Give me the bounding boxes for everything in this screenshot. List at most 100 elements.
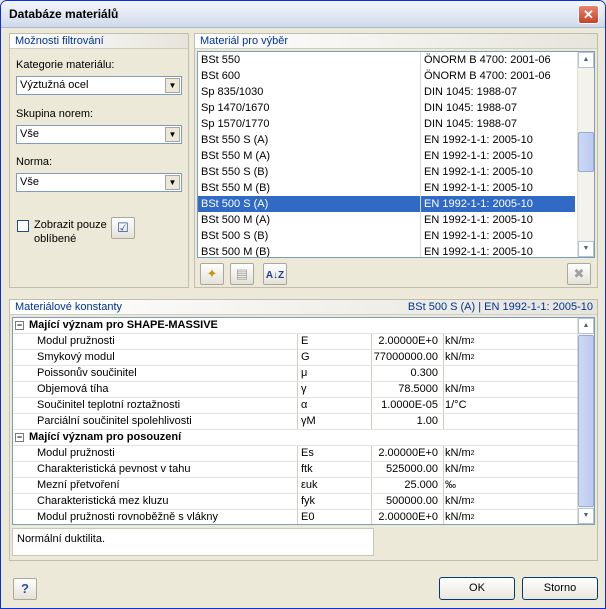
scroll-up-icon[interactable]: ▲ <box>578 318 594 334</box>
scrollbar-thumb[interactable] <box>578 132 594 172</box>
category-select[interactable]: Výztužná ocel ▼ <box>16 76 182 95</box>
material-list-row[interactable]: BSt 550 S (A) EN 1992-1-1: 2005-10 <box>198 132 575 148</box>
material-list-row[interactable]: BSt 500 M (A) EN 1992-1-1: 2005-10 <box>198 212 575 228</box>
property-row[interactable]: Poissonův součinitel μ 0.300 <box>13 366 579 382</box>
property-row[interactable]: Objemová tíha γ 78.5000 kN/m3 <box>13 382 579 398</box>
cell-divider <box>297 382 298 397</box>
cell-divider <box>371 462 372 477</box>
material-list-row[interactable]: BSt 600 ÖNORM B 4700: 2001-06 <box>198 68 575 84</box>
new-material-button[interactable]: ✦ <box>200 263 224 285</box>
scroll-up-icon[interactable]: ▲ <box>578 52 594 68</box>
norm-group-select[interactable]: Vše ▼ <box>16 125 182 144</box>
cell-divider <box>371 494 372 509</box>
material-norm: EN 1992-1-1: 2005-10 <box>424 182 533 194</box>
unit-text: 1/°C <box>445 399 467 411</box>
material-list-row[interactable]: BSt 550 M (A) EN 1992-1-1: 2005-10 <box>198 148 575 164</box>
chevron-down-icon[interactable]: ▼ <box>165 175 180 190</box>
property-row[interactable]: Smykový modul G 77000000.00 kN/m2 <box>13 350 579 366</box>
delete-material-button[interactable]: ✖ <box>567 263 591 285</box>
material-norm: EN 1992-1-1: 2005-10 <box>424 134 533 146</box>
column-divider <box>420 212 421 228</box>
sort-button[interactable]: A↓Z <box>263 263 287 285</box>
cell-divider <box>371 414 372 429</box>
property-row[interactable]: Parciální součinitel spolehlivosti γM 1.00 <box>13 414 579 430</box>
material-list-row[interactable]: BSt 550 M (B) EN 1992-1-1: 2005-10 <box>198 180 575 196</box>
property-row[interactable]: Mezní přetvoření εuk 25.000 ‰ <box>13 478 579 494</box>
favorites-list-button[interactable]: ☑ <box>111 217 135 239</box>
scrollbar-thumb[interactable] <box>578 335 594 507</box>
column-divider <box>420 100 421 116</box>
cell-divider <box>297 494 298 509</box>
norm-label: Norma: <box>16 156 53 168</box>
collapse-icon[interactable]: − <box>15 321 24 330</box>
material-list-row[interactable]: Sp 1470/1670 DIN 1045: 1988-07 <box>198 100 575 116</box>
title-bar[interactable]: Databáze materiálů ✕ <box>1 1 605 28</box>
material-name: BSt 500 M (A) <box>201 214 271 226</box>
material-list-row[interactable]: BSt 500 S (A) EN 1992-1-1: 2005-10 <box>198 196 575 212</box>
cell-divider <box>297 478 298 493</box>
property-symbol: α <box>301 399 308 411</box>
material-name: BSt 550 M (A) <box>201 150 271 162</box>
delete-icon: ✖ <box>573 266 585 281</box>
norm-group-label: Skupina norem: <box>16 108 94 120</box>
material-list-row[interactable]: BSt 500 M (B) EN 1992-1-1: 2005-10 <box>198 244 575 258</box>
unit-text: kN/m <box>445 351 471 363</box>
material-list-row[interactable]: Sp 835/1030 DIN 1045: 1988-07 <box>198 84 575 100</box>
material-norm: ÖNORM B 4700: 2001-06 <box>424 70 551 82</box>
close-button[interactable]: ✕ <box>578 5 599 24</box>
cell-divider <box>297 462 298 477</box>
properties-scrollbar[interactable]: ▲ ▼ <box>577 318 594 524</box>
material-name: BSt 550 S (A) <box>201 134 269 146</box>
cell-divider <box>371 366 372 381</box>
property-row[interactable]: Charakteristická pevnost v tahu ftk 525000… <box>13 462 579 478</box>
material-list-row[interactable]: Sp 1570/1770 DIN 1045: 1988-07 <box>198 116 575 132</box>
section-title: Mající význam pro posouzení <box>29 431 182 443</box>
material-name: Sp 1570/1770 <box>201 118 270 130</box>
property-name: Modul pružnosti <box>37 447 115 459</box>
column-divider <box>420 228 421 244</box>
material-name: Sp 1470/1670 <box>201 102 270 114</box>
material-list-row[interactable]: BSt 550 S (B) EN 1992-1-1: 2005-10 <box>198 164 575 180</box>
favorites-only-checkbox[interactable] <box>17 220 29 232</box>
chevron-down-icon[interactable]: ▼ <box>165 127 180 142</box>
property-value: 1.0000E-05 <box>381 399 438 411</box>
section-header[interactable]: − Mající význam pro posouzení <box>13 430 579 446</box>
property-row[interactable]: Modul pružnosti Es 2.00000E+0 kN/m2 <box>13 446 579 462</box>
material-constants-heading: Materiálové konstanty BSt 500 S (A) | EN… <box>10 300 597 315</box>
column-divider <box>420 68 421 84</box>
property-value: 525000.00 <box>386 463 438 475</box>
favorites-label-line1: Zobrazit pouze <box>34 219 107 231</box>
material-list[interactable]: BSt 550 ÖNORM B 4700: 2001-06 BSt 600 ÖNORM… <box>197 51 595 258</box>
material-list-row[interactable]: BSt 500 S (B) EN 1992-1-1: 2005-10 <box>198 228 575 244</box>
scroll-down-icon[interactable]: ▼ <box>578 508 594 524</box>
property-row[interactable]: Modul pružnosti rovnoběžně s vlákny E0 2.0… <box>13 510 579 524</box>
help-button[interactable]: ? <box>13 578 37 600</box>
chevron-down-icon[interactable]: ▼ <box>165 78 180 93</box>
column-divider <box>420 148 421 164</box>
scroll-down-icon[interactable]: ▼ <box>578 241 594 257</box>
property-row[interactable]: Charakteristická mez kluzu fyk 500000.00 kN… <box>13 494 579 510</box>
column-divider <box>420 164 421 180</box>
unit-exponent: 2 <box>470 450 475 457</box>
property-row[interactable]: Modul pružnosti E 2.00000E+0 kN/m2 <box>13 334 579 350</box>
cancel-button[interactable]: Storno <box>522 577 598 600</box>
filter-options-heading: Možnosti filtrování <box>10 34 188 49</box>
ok-button[interactable]: OK <box>439 577 515 600</box>
cell-divider <box>443 414 444 429</box>
norm-select[interactable]: Vše ▼ <box>16 173 182 192</box>
collapse-icon[interactable]: − <box>15 433 24 442</box>
material-name: BSt 500 S (A) <box>201 198 269 210</box>
material-name: BSt 500 M (B) <box>201 246 271 258</box>
material-list-scrollbar[interactable]: ▲ ▼ <box>577 52 594 257</box>
norm-group-value: Vše <box>20 128 39 140</box>
property-name: Modul pružnosti rovnoběžně s vlákny <box>37 511 218 523</box>
section-header[interactable]: − Mající význam pro SHAPE-MASSIVE <box>13 318 579 334</box>
property-row[interactable]: Součinitel teplotní roztažnosti α 1.0000E-… <box>13 398 579 414</box>
edit-material-button[interactable]: ▤ <box>230 263 254 285</box>
material-list-row[interactable]: BSt 550 ÖNORM B 4700: 2001-06 <box>198 52 575 68</box>
property-unit: kN/m2 <box>445 494 575 509</box>
material-norm: EN 1992-1-1: 2005-10 <box>424 166 533 178</box>
material-norm: DIN 1045: 1988-07 <box>424 118 517 130</box>
column-divider <box>420 52 421 68</box>
properties-grid[interactable]: − Mající význam pro SHAPE-MASSIVE Modul pr… <box>12 317 595 525</box>
